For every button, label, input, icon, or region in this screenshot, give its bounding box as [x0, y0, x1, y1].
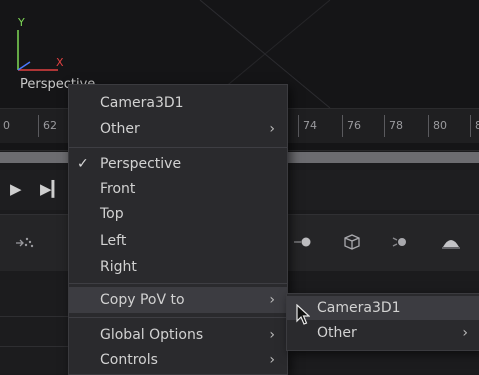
menu-item-label: Perspective	[100, 156, 182, 172]
menu-item-left[interactable]: Left	[69, 229, 287, 253]
ruler-tick: 62	[38, 115, 57, 137]
mouse-cursor-icon	[296, 304, 310, 325]
submenu-item-label: Other	[317, 325, 357, 341]
menu-item-right[interactable]: Right	[69, 255, 287, 279]
submenu-item-camera3d1[interactable]: Camera3D1	[287, 296, 479, 320]
menu-item-label: Global Options	[100, 327, 204, 343]
menu-item-perspective[interactable]: ✓ Perspective	[69, 152, 287, 176]
menu-item-label: Controls	[100, 352, 158, 368]
step-end-icon[interactable]: ▶▎	[40, 180, 63, 198]
chevron-right-icon: ›	[269, 292, 275, 308]
menu-separator	[69, 283, 287, 284]
menu-item-global-options[interactable]: Global Options ›	[69, 323, 287, 347]
menu-item-copy-pov-to[interactable]: Copy PoV to ›	[69, 287, 287, 313]
menu-item-label: Front	[100, 181, 136, 197]
menu-separator	[69, 317, 287, 318]
ruler-tick: 78	[384, 115, 403, 137]
ruler-tick: 76	[342, 115, 361, 137]
ruler-tick: 80	[428, 115, 447, 137]
y-axis-label: Y	[18, 16, 25, 29]
submenu-item-label: Camera3D1	[317, 300, 401, 316]
menu-separator	[69, 147, 287, 148]
menu-item-label: Top	[100, 206, 124, 222]
menu-item-other[interactable]: Other ›	[69, 117, 287, 141]
menu-item-controls[interactable]: Controls ›	[69, 348, 287, 372]
checkmark-icon: ✓	[77, 156, 89, 172]
ruler-tick: 8	[470, 115, 479, 137]
chevron-right-icon: ›	[269, 327, 275, 343]
sphere-tool-icon[interactable]	[292, 233, 314, 251]
menu-item-label: Right	[100, 259, 137, 275]
ruler-tick: 74	[298, 115, 317, 137]
x-axis-label: X	[56, 56, 64, 69]
menu-item-front[interactable]: Front	[69, 177, 287, 201]
chevron-right-icon: ›	[462, 325, 468, 341]
menu-item-label: Copy PoV to	[100, 292, 185, 308]
shape-tool-icon[interactable]	[440, 233, 462, 251]
chevron-right-icon: ›	[269, 121, 275, 137]
copy-pov-submenu: Camera3D1 Other ›	[286, 293, 479, 351]
submenu-item-other[interactable]: Other ›	[287, 321, 479, 345]
menu-item-camera3d1[interactable]: Camera3D1	[69, 91, 287, 115]
cube-tool-icon[interactable]	[340, 233, 362, 251]
viewport-context-menu: Camera3D1 Other › ✓ Perspective Front To…	[68, 84, 288, 375]
menu-item-label: Camera3D1	[100, 95, 184, 111]
menu-item-label: Other	[100, 121, 140, 137]
light-tool-icon[interactable]	[390, 233, 412, 251]
play-icon[interactable]: ▶	[10, 180, 22, 198]
ruler-tick: 0	[0, 115, 10, 137]
chevron-right-icon: ›	[269, 352, 275, 368]
particle-tool-icon[interactable]	[14, 233, 36, 251]
menu-item-top[interactable]: Top	[69, 202, 287, 226]
menu-item-label: Left	[100, 233, 127, 249]
